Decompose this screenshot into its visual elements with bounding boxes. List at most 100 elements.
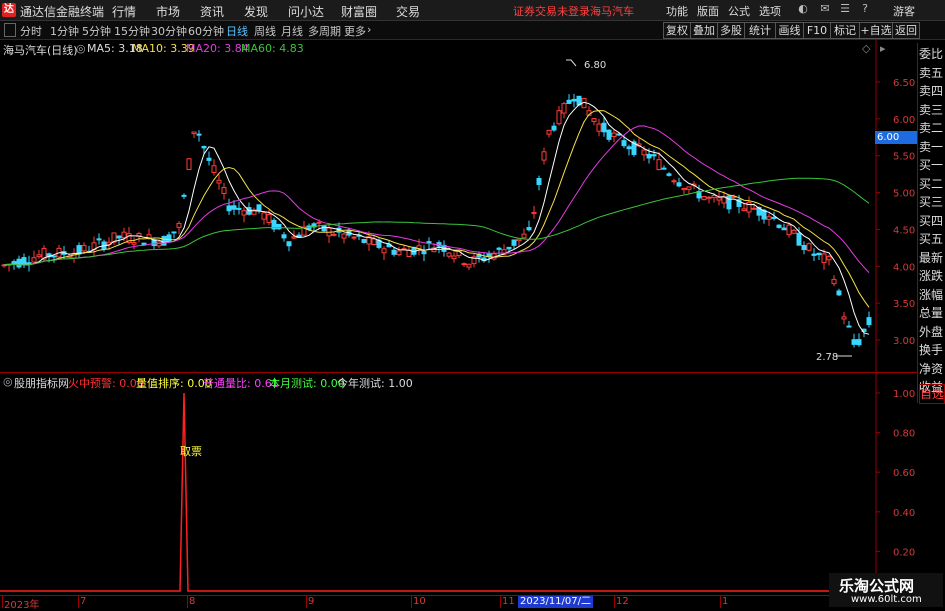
menu-toggle-icon[interactable]: [4, 23, 16, 37]
candle: [131, 242, 137, 245]
menu-formula[interactable]: 公式: [728, 3, 750, 19]
mark-button[interactable]: 标记: [830, 22, 860, 39]
candle: [536, 177, 542, 185]
quote-field-2: 卖四: [919, 84, 944, 98]
period-monthly[interactable]: 月线: [281, 23, 303, 39]
app-logo-icon: 达: [2, 3, 16, 17]
x-tick: [720, 596, 721, 608]
guest-user[interactable]: 游客: [893, 3, 915, 19]
period-daily[interactable]: 日线: [226, 23, 248, 39]
candle: [676, 182, 682, 187]
price-tick-label: 5.00: [893, 189, 915, 200]
candle: [391, 249, 397, 255]
candle: [856, 339, 862, 346]
quote-field-16: 换手: [919, 343, 944, 357]
app-title: 通达信金融终端: [20, 5, 105, 19]
candle: [671, 180, 677, 183]
candle: [706, 196, 712, 199]
candle: [461, 263, 467, 266]
candle: [821, 253, 827, 264]
candle: [811, 253, 817, 256]
more-chevron-icon[interactable]: ›: [367, 23, 371, 36]
current-stock: 海马汽车: [590, 5, 634, 18]
candle: [361, 238, 367, 243]
indicator-tick-label: 0.60: [893, 468, 915, 479]
multi-stock-button[interactable]: 多股: [717, 22, 745, 39]
period-5min[interactable]: 5分钟: [82, 23, 111, 39]
login-warning[interactable]: 证券交易未登录: [513, 3, 590, 19]
message-icon[interactable]: ✉: [818, 2, 832, 16]
period-more[interactable]: 更多: [344, 23, 366, 39]
menu-trade[interactable]: 交易: [396, 3, 420, 20]
candle: [256, 204, 262, 212]
overlay-button[interactable]: 叠加: [690, 22, 718, 39]
period-multi[interactable]: 多周期: [308, 23, 341, 39]
candle: [161, 236, 167, 246]
candle: [316, 221, 322, 224]
x-axis-label: 10: [413, 596, 426, 607]
period-weekly[interactable]: 周线: [254, 23, 276, 39]
menu-functions[interactable]: 功能: [666, 3, 688, 19]
candle: [96, 238, 102, 241]
candle: [701, 195, 707, 201]
candle: [186, 158, 192, 170]
price-tick-label: 6.00: [893, 115, 915, 126]
x-tick: [2, 596, 3, 608]
high-arrow-icon: [566, 59, 577, 67]
candle: [836, 290, 842, 296]
current-price-marker: 6.00: [875, 131, 917, 144]
menu-layout[interactable]: 版面: [697, 3, 719, 19]
settings-icon[interactable]: ☰: [838, 2, 852, 16]
period-30min[interactable]: 30分钟: [151, 23, 187, 39]
candle: [801, 244, 807, 251]
candle: [216, 179, 222, 184]
help-icon[interactable]: ?: [858, 2, 872, 16]
candle: [236, 207, 242, 210]
menu-news[interactable]: 资讯: [200, 3, 224, 20]
menu-ask[interactable]: 问小达: [288, 3, 324, 20]
candle: [851, 339, 857, 345]
candle: [661, 167, 667, 170]
draw-line-button[interactable]: 画线: [775, 22, 804, 39]
x-axis-label: 1: [722, 596, 729, 607]
quote-field-11: 最新: [919, 250, 944, 265]
candle: [591, 118, 597, 123]
side-tab-favorites[interactable]: 自选: [919, 384, 945, 404]
adjust-button[interactable]: 复权: [663, 22, 691, 39]
x-tick: [306, 596, 307, 608]
f10-button[interactable]: F10: [803, 22, 831, 39]
x-axis-label: 11: [502, 596, 515, 607]
watermark: 乐淘公式网 www.60lt.com: [829, 573, 943, 607]
skin-icon[interactable]: ◐: [796, 2, 810, 16]
statistics-button[interactable]: 统计: [744, 22, 776, 39]
price-tick-label: 3.00: [893, 336, 915, 347]
candle: [516, 238, 522, 242]
menu-quotes[interactable]: 行情: [112, 3, 136, 20]
candle: [766, 216, 772, 220]
low-price-label: 2.78: [816, 352, 838, 363]
menu-wealth[interactable]: 财富圈: [341, 3, 377, 20]
period-tick[interactable]: 分时: [20, 23, 42, 39]
period-60min[interactable]: 60分钟: [188, 23, 224, 39]
candle: [606, 129, 612, 140]
x-tick: [78, 596, 79, 608]
indicator-annotation: 取票: [180, 445, 202, 458]
x-axis: [0, 595, 917, 610]
x-tick: [187, 596, 188, 608]
menu-market[interactable]: 市场: [156, 3, 180, 20]
menu-discover[interactable]: 发现: [244, 3, 268, 20]
quote-field-7: 买二: [919, 176, 944, 191]
candle: [191, 131, 197, 135]
candle: [31, 257, 37, 263]
candle: [371, 238, 377, 246]
candle: [621, 140, 627, 147]
menu-options[interactable]: 选项: [759, 3, 781, 19]
watermark-url: www.60lt.com: [851, 594, 922, 605]
candle: [776, 224, 782, 228]
candle: [651, 154, 657, 157]
add-favorite-button[interactable]: +自选: [859, 22, 893, 39]
period-1min[interactable]: 1分钟: [50, 23, 79, 39]
period-15min[interactable]: 15分钟: [114, 23, 150, 39]
back-button[interactable]: 返回: [892, 22, 920, 39]
quote-field-12: 涨跌: [919, 269, 944, 283]
